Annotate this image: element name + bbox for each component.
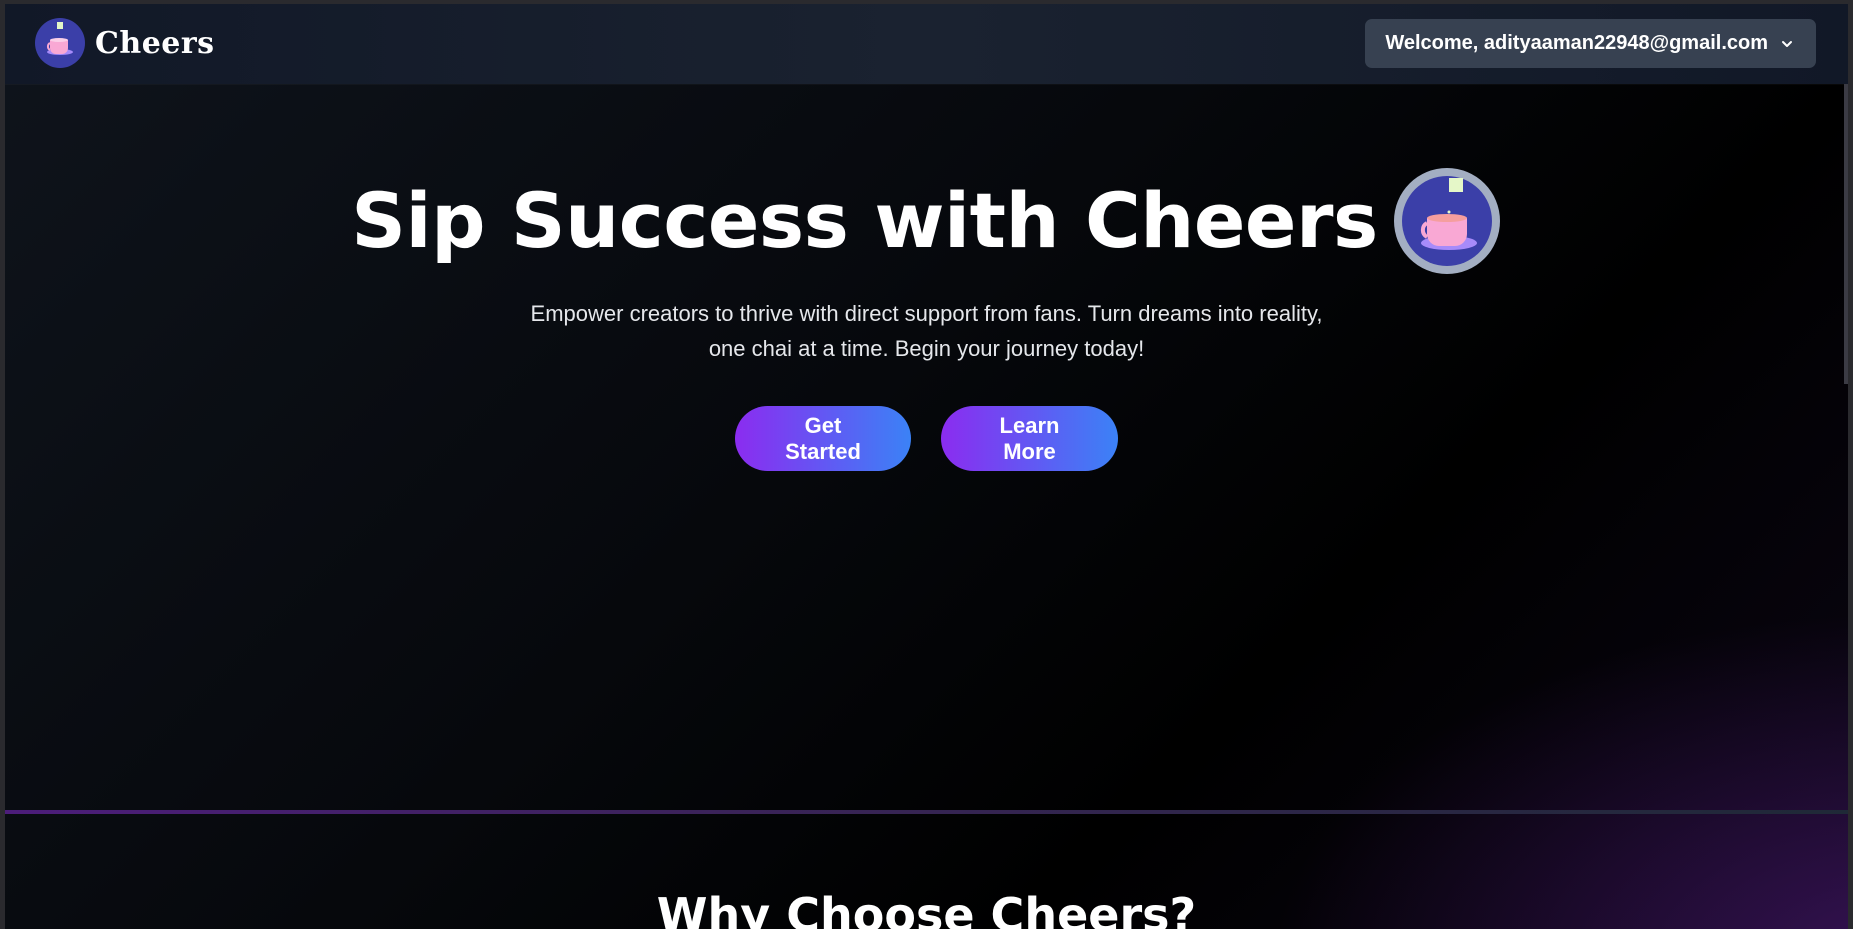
get-started-button[interactable]: Get Started (735, 406, 911, 471)
chai-cup-icon (35, 18, 85, 68)
features-title: Why Choose Cheers? (656, 888, 1197, 929)
hero-title-row: Sip Success with Cheers (5, 166, 1848, 276)
chai-cup-icon (1393, 168, 1500, 274)
chevron-down-icon (1782, 40, 1792, 47)
brand-link[interactable]: Cheers (35, 18, 215, 68)
hero-title: Sip Success with Cheers (351, 176, 1378, 265)
learn-more-button[interactable]: Learn More (941, 406, 1118, 471)
hero-subtitle: Empower creators to thrive with direct s… (530, 301, 1323, 361)
navbar: Cheers Welcome, adityaaman22948@gmail.co… (5, 4, 1848, 84)
section-divider (5, 810, 1848, 814)
welcome-label: Welcome, adityaaman22948@gmail.com (1385, 32, 1768, 54)
page: Cheers Welcome, adityaaman22948@gmail.co… (5, 4, 1848, 929)
brand-name: Cheers (95, 25, 215, 61)
user-menu-button[interactable]: Welcome, adityaaman22948@gmail.com (1365, 19, 1816, 68)
hero-buttons: Get Started Learn More (5, 406, 1848, 471)
